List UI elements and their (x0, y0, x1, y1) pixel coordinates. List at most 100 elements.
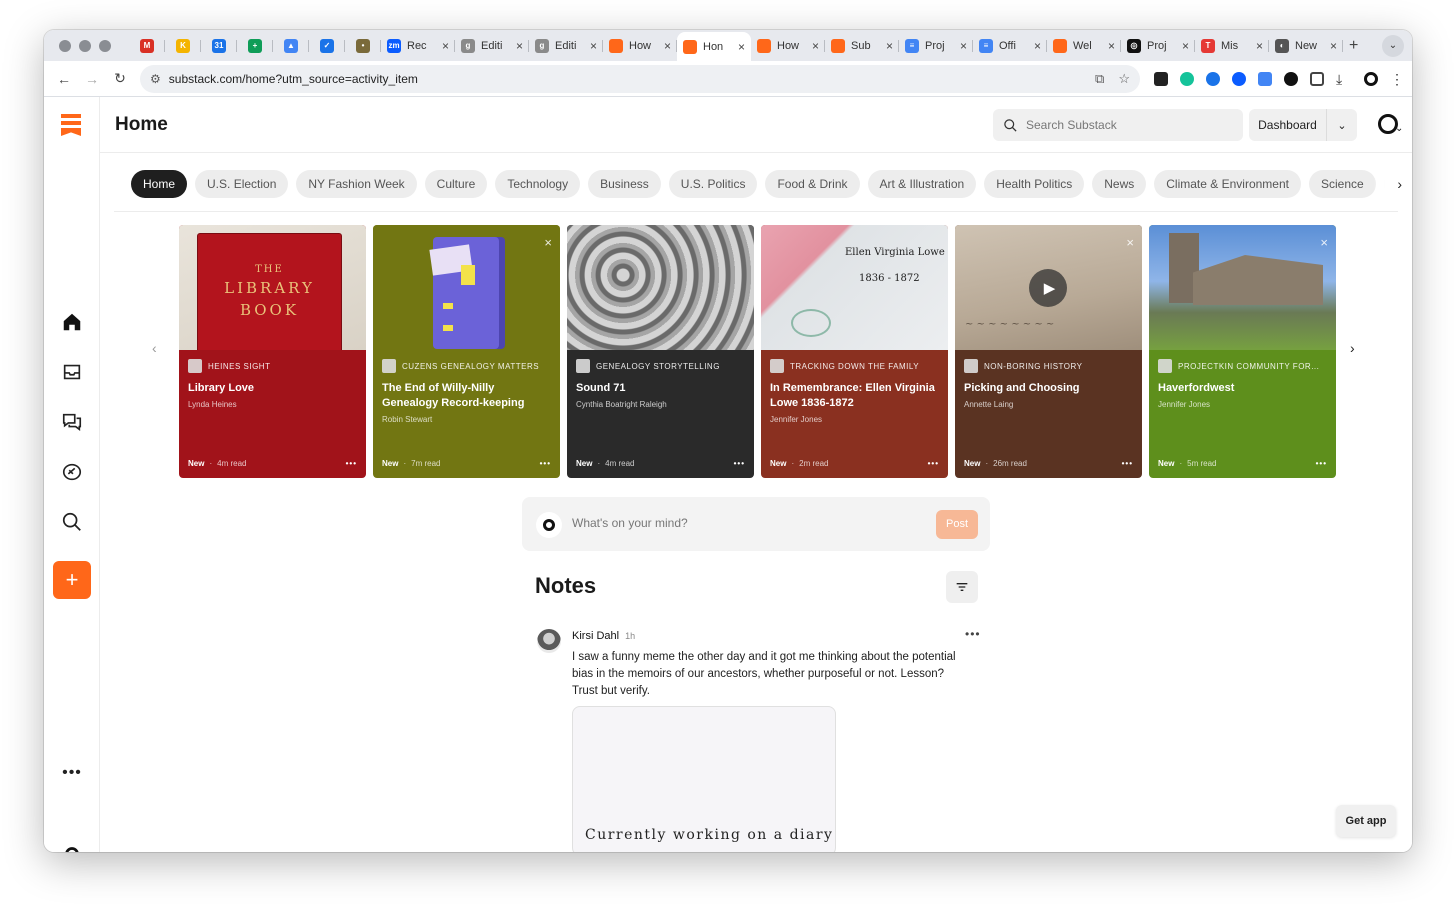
site-info-icon[interactable]: ⚙ (150, 72, 161, 86)
card-more-icon[interactable]: ••• (1316, 459, 1327, 468)
tab-search-button[interactable]: ⌄ (1382, 34, 1404, 57)
download-icon[interactable]: ⤓ (1336, 72, 1352, 86)
tab-close-icon[interactable]: × (960, 39, 967, 53)
substack-logo[interactable] (61, 114, 81, 136)
chevron-down-icon[interactable]: ⌄ (1327, 119, 1357, 132)
search-icon[interactable] (60, 510, 84, 534)
close-window-button[interactable] (59, 39, 71, 52)
browser-tab[interactable]: ✓ (309, 34, 345, 58)
notion-extension-icon[interactable] (1154, 71, 1168, 86)
browser-tab[interactable]: Hon × (677, 32, 751, 61)
category-chip[interactable]: NY Fashion Week (296, 170, 417, 198)
tab-close-icon[interactable]: × (1256, 39, 1263, 53)
category-chip[interactable]: Technology (495, 170, 581, 198)
browser-tab[interactable]: ▲ (273, 34, 309, 58)
tab-close-icon[interactable]: × (812, 39, 819, 53)
post-button[interactable]: Post (936, 510, 978, 539)
browser-tab[interactable]: Wel × (1047, 34, 1121, 58)
post-card[interactable]: GENEALOGY STORYTELLING Sound 71 Cynthia Bo… (567, 225, 754, 478)
post-author[interactable]: Annette Laing (964, 400, 1133, 409)
browser-tab[interactable]: T Mis × (1195, 34, 1269, 58)
category-chip[interactable]: Business (588, 170, 661, 198)
tab-close-icon[interactable]: × (738, 40, 745, 54)
category-chip[interactable]: U.S. Politics (668, 170, 758, 198)
maximize-window-button[interactable] (99, 39, 111, 52)
profile-avatar-icon[interactable] (1364, 71, 1378, 86)
post-card[interactable]: THE LIBRARY BOOK HEINES SIGHT Library Love Ly… (179, 225, 366, 478)
post-title[interactable]: Library Love (188, 381, 357, 396)
post-title[interactable]: Haverfordwest (1158, 381, 1327, 396)
post-card[interactable]: Ellen Virginia Lowe 1836 - 1872 TRACKING D… (761, 225, 948, 478)
post-card[interactable]: × CUZENS GENEALOGY MATTERS The End of Will… (373, 225, 560, 478)
note-author-avatar[interactable] (537, 629, 561, 653)
inbox-icon[interactable] (60, 360, 84, 384)
note-more-icon[interactable]: ••• (965, 627, 981, 641)
extension-icon[interactable] (1284, 71, 1298, 86)
post-title[interactable]: In Remembrance: Ellen Virginia Lowe 1836… (770, 381, 939, 411)
card-more-icon[interactable]: ••• (346, 459, 357, 468)
publication-name[interactable]: GENEALOGY STORYTELLING (596, 362, 720, 371)
extension-icon[interactable] (1206, 71, 1220, 86)
get-app-button[interactable]: Get app (1336, 805, 1396, 837)
card-more-icon[interactable]: ••• (540, 459, 551, 468)
card-more-icon[interactable]: ••• (928, 459, 939, 468)
browser-tab[interactable]: How × (751, 34, 825, 58)
post-author[interactable]: Jennifer Jones (770, 415, 939, 424)
browser-tab[interactable]: g Editi × (529, 34, 603, 58)
browser-tab[interactable]: ◐ New × (1269, 34, 1343, 58)
publication-name[interactable]: PROJECTKIN COMMUNITY FOR... (1178, 362, 1319, 371)
category-chip[interactable]: Culture (424, 170, 488, 198)
browser-tab[interactable]: g Editi × (455, 34, 529, 58)
translate-extension-icon[interactable] (1258, 71, 1272, 86)
tab-close-icon[interactable]: × (516, 39, 523, 53)
account-avatar[interactable] (1378, 114, 1403, 134)
chevron-right-icon[interactable]: › (1374, 170, 1402, 198)
dismiss-card-icon[interactable]: × (1320, 235, 1328, 250)
post-title[interactable]: Sound 71 (576, 381, 745, 396)
browser-tab[interactable]: + (237, 34, 273, 58)
note-composer[interactable]: What's on your mind? Post (522, 497, 990, 551)
new-tab-button[interactable]: + (1349, 37, 1358, 55)
back-button[interactable]: ← (50, 71, 78, 87)
post-title[interactable]: Picking and Choosing (964, 381, 1133, 396)
browser-tab[interactable]: Sub × (825, 34, 899, 58)
category-chip[interactable]: Science (1308, 170, 1376, 198)
browser-tab[interactable]: How × (603, 34, 677, 58)
category-chip[interactable]: Art & Illustration (867, 170, 977, 198)
post-card[interactable]: ▶ ~ ~ ~ ~ ~ ~ ~ ~ × NON-BORING HISTORY Picki… (955, 225, 1142, 478)
chat-icon[interactable] (60, 410, 84, 434)
post-author[interactable]: Jennifer Jones (1158, 400, 1327, 409)
carousel-next-icon[interactable]: › (1350, 340, 1355, 356)
search-input[interactable]: Search Substack (993, 109, 1243, 141)
dashboard-button[interactable]: Dashboard ⌄ (1249, 109, 1357, 141)
browser-menu-icon[interactable]: ⋮ (1390, 72, 1404, 86)
tab-close-icon[interactable]: × (442, 39, 449, 53)
browser-tab[interactable]: ≡ Offi × (973, 34, 1047, 58)
category-chip[interactable]: Health Politics (984, 170, 1085, 198)
open-in-app-icon[interactable]: ⧉ (1095, 71, 1104, 87)
publication-name[interactable]: TRACKING DOWN THE FAMILY (790, 362, 919, 371)
create-post-button[interactable]: + (53, 561, 91, 599)
browser-tab[interactable]: ◎ Proj × (1121, 34, 1195, 58)
reload-button[interactable]: ↻ (106, 70, 134, 87)
tab-close-icon[interactable]: × (1108, 39, 1115, 53)
card-more-icon[interactable]: ••• (734, 459, 745, 468)
puzzle-extensions-icon[interactable] (1310, 71, 1324, 86)
minimize-window-button[interactable] (79, 39, 91, 52)
category-chip[interactable]: Food & Drink (765, 170, 860, 198)
browser-tab[interactable]: 31 (201, 34, 237, 58)
category-chip[interactable]: News (1092, 170, 1147, 198)
tab-close-icon[interactable]: × (1034, 39, 1041, 53)
post-card[interactable]: × PROJECTKIN COMMUNITY FOR... Haverfordwes… (1149, 225, 1336, 478)
tab-close-icon[interactable]: × (1182, 39, 1189, 53)
more-icon[interactable]: ••• (60, 761, 84, 785)
browser-tab[interactable]: M (129, 34, 165, 58)
publication-name[interactable]: NON-BORING HISTORY (984, 362, 1083, 371)
filter-button[interactable] (946, 571, 978, 603)
bookmark-star-icon[interactable]: ☆ (1118, 71, 1130, 87)
category-chip[interactable]: U.S. Election (195, 170, 289, 198)
note-image[interactable]: Currently working on a diary (572, 706, 836, 852)
home-icon[interactable] (60, 310, 84, 334)
browser-tab[interactable]: • (345, 34, 381, 58)
zoom-extension-icon[interactable] (1232, 71, 1246, 86)
